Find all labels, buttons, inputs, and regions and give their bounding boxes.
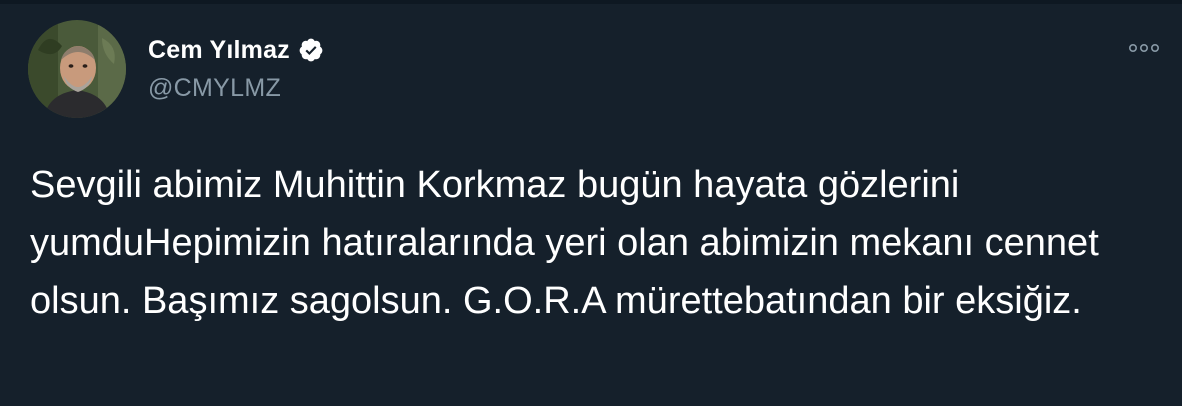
- profile-photo-icon: [28, 20, 126, 118]
- avatar[interactable]: [28, 20, 126, 118]
- tweet-text: Sevgili abimiz Muhittin Korkmaz bugün ha…: [30, 164, 1099, 322]
- verified-badge-icon: [298, 37, 324, 63]
- more-options-icon: [1128, 43, 1159, 53]
- top-divider: [0, 0, 1182, 4]
- author-display-name[interactable]: Cem Yılmaz: [148, 36, 290, 65]
- more-options-button[interactable]: [1126, 36, 1162, 60]
- tweet-card: Cem Yılmaz @CMYLMZ Sevgili abimiz Muhitt…: [0, 0, 1182, 406]
- author-handle[interactable]: @CMYLMZ: [148, 74, 281, 103]
- author-row: Cem Yılmaz: [148, 34, 324, 66]
